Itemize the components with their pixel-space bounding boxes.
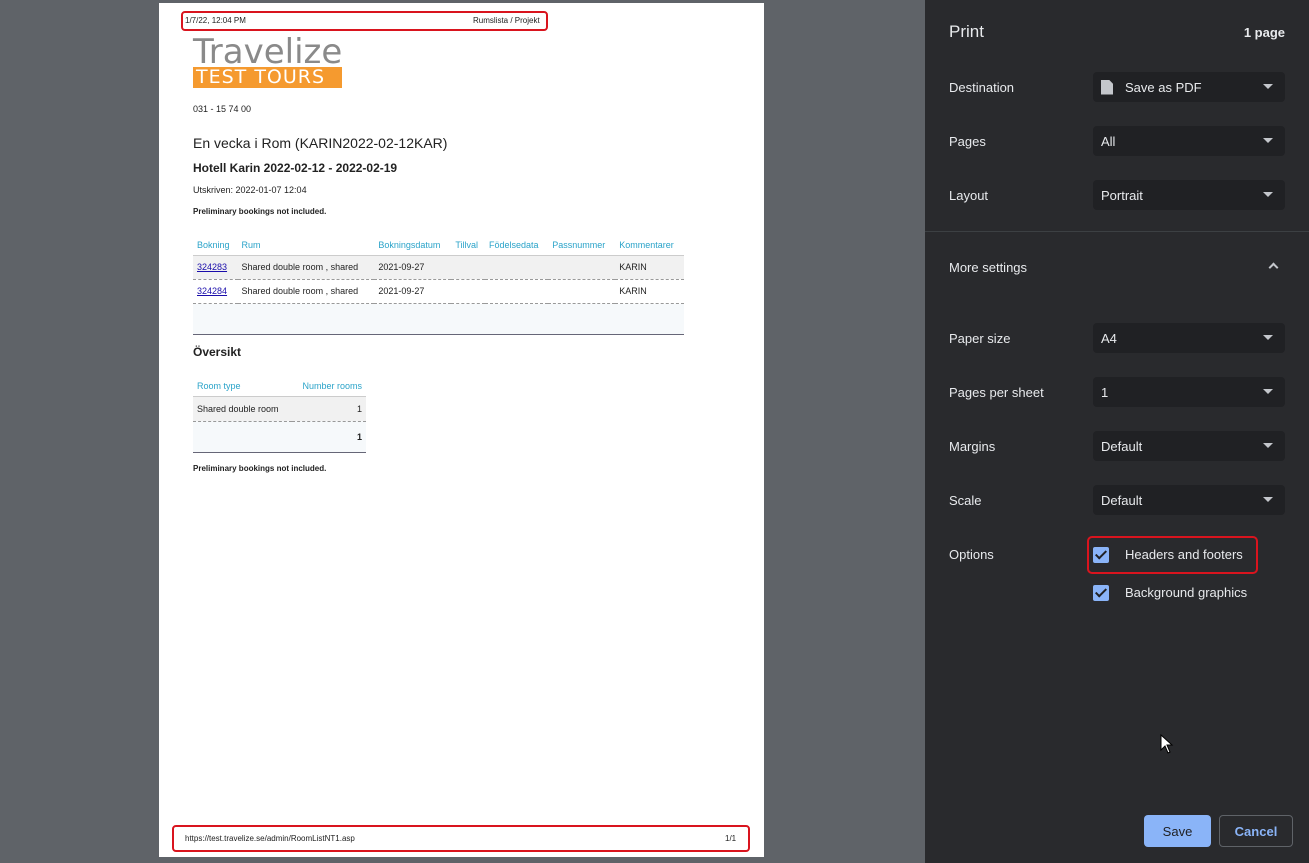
cell: 2021-09-27 [374,254,452,280]
col-header: Rum [241,239,261,250]
col-header: Bokningsdatum [378,239,441,250]
chevron-down-icon [1263,497,1273,502]
col-header: Kommentarer [619,239,674,250]
prelim-note: Preliminary bookings not included. [193,207,327,216]
cell [485,254,549,280]
cancel-button[interactable]: Cancel [1219,815,1293,847]
cell [485,279,549,304]
more-settings-toggle[interactable]: More settings [949,260,1027,275]
cell: 324284 [193,279,238,304]
col-header: Tillval [455,239,478,250]
margins-label: Margins [949,439,996,454]
print-preview-area: 1/7/22, 12:04 PM Rumslista / Projekt Tra… [0,0,925,863]
col-header: Passnummer [552,239,606,250]
layout-select[interactable]: Portrait [1093,180,1285,210]
table-row: Shared double room 1 [193,395,366,422]
print-settings-panel: Print 1 page Destination Save as PDF Pag… [925,0,1309,863]
overview-title: Översikt [193,345,242,359]
booking-link[interactable]: 324283 [197,262,227,272]
chevron-down-icon [1263,335,1273,340]
table-row: 324284 Shared double room , shared 2021-… [193,279,684,304]
mouse-cursor-icon [1160,734,1174,754]
phone-number: 031 - 15 74 00 [193,104,252,114]
document-title: En vecka i Rom (KARIN2022-02-12KAR) [193,135,448,151]
page-count: 1 page [1243,25,1285,40]
pages-per-sheet-select[interactable]: 1 [1093,377,1285,407]
scale-value: Default [1101,492,1143,508]
overview-table: Room type Number rooms Shared double roo… [193,376,366,453]
table-row: 324283 Shared double room , shared 2021-… [193,254,684,280]
cell: 324283 [193,254,238,280]
pages-select[interactable]: All [1093,126,1285,156]
destination-label: Destination [949,80,1015,95]
col-header: Bokning [197,239,230,250]
cell: KARIN [615,279,684,304]
col-header: Room type [197,380,241,391]
paper-size-value: A4 [1101,330,1117,346]
preview-page: 1/7/22, 12:04 PM Rumslista / Projekt Tra… [159,3,764,857]
background-graphics-checkbox[interactable] [1093,585,1109,601]
layout-label: Layout [949,188,989,203]
panel-title: Print [949,22,984,41]
pages-per-sheet-label: Pages per sheet [949,385,1044,400]
paper-size-select[interactable]: A4 [1093,323,1285,353]
destination-value: Save as PDF [1125,79,1202,95]
chevron-down-icon [1263,443,1273,448]
page-footer-url: https://test.travelize.se/admin/RoomList… [185,834,355,843]
paper-size-label: Paper size [949,331,1011,346]
cell [451,279,486,304]
headers-footers-label[interactable]: Headers and footers [1125,547,1243,562]
headers-footers-checkbox[interactable] [1093,547,1109,563]
scale-select[interactable]: Default [1093,485,1285,515]
col-header: Födelsedata [489,239,539,250]
printed-date: Utskriven: 2022-01-07 12:04 [193,185,307,195]
chevron-down-icon [1263,389,1273,394]
logo-subtext: TEST TOURS [193,67,342,88]
layout-value: Portrait [1101,187,1143,203]
chevron-down-icon [1263,192,1273,197]
file-icon [1101,79,1113,95]
margins-select[interactable]: Default [1093,431,1285,461]
page-footer-pagenum: 1/1 [725,834,737,843]
chevron-up-icon[interactable] [1268,262,1279,273]
margins-value: Default [1101,438,1143,454]
destination-select[interactable]: Save as PDF [1093,72,1285,102]
cell: Shared double room , shared [237,254,375,280]
pages-label: Pages [949,134,986,149]
pages-per-sheet-value: 1 [1101,384,1109,400]
prelim-note-2: Preliminary bookings not included. [193,464,327,473]
bookings-table: Bokning Rum Bokningsdatum Tillval Födels… [193,235,684,304]
page-header-title: Rumslista / Projekt [473,16,540,25]
cell [548,279,616,304]
page-header-datetime: 1/7/22, 12:04 PM [185,16,246,25]
total-cell: 1 [291,421,366,453]
chevron-down-icon [1263,84,1273,89]
booking-link[interactable]: 324284 [197,286,227,296]
cell: KARIN [615,254,684,280]
scale-label: Scale [949,493,982,508]
background-graphics-label[interactable]: Background graphics [1125,585,1247,600]
pages-value: All [1101,133,1116,149]
cell [193,421,292,453]
chevron-down-icon [1263,138,1273,143]
cell [548,254,616,280]
bookings-table-footer [193,304,684,335]
panel-divider [925,231,1309,232]
cell [451,254,486,280]
cell: 1 [291,395,366,422]
table-total-row: 1 [193,421,366,453]
col-header: Number rooms [302,380,362,391]
cell: Shared double room , shared [237,279,375,304]
options-label: Options [949,547,994,562]
save-button[interactable]: Save [1144,815,1211,847]
cell: Shared double room [193,395,292,422]
table-header-row: Bokning Rum Bokningsdatum Tillval Födels… [193,235,684,255]
logo-text: Travelize [193,32,343,72]
cell: 2021-09-27 [374,279,452,304]
table-header-row: Room type Number rooms [193,376,366,396]
hotel-dates: Hotell Karin 2022-02-12 - 2022-02-19 [193,161,398,175]
